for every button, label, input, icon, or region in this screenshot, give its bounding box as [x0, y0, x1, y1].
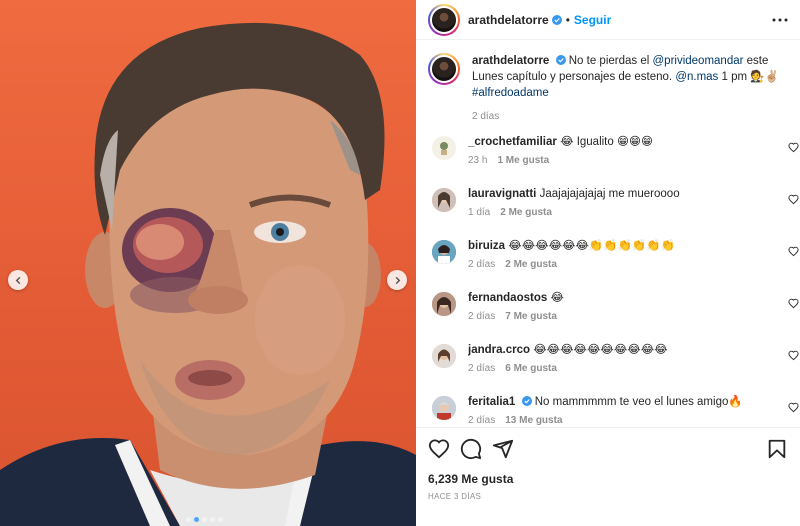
comment-icon[interactable]	[460, 438, 482, 460]
comment-item: lauravignatti Jaajajajajajaj me mueroooo…	[428, 186, 800, 226]
share-icon[interactable]	[492, 438, 514, 460]
commenter-avatar[interactable]	[432, 396, 456, 420]
follow-button[interactable]: Seguir	[574, 13, 611, 27]
commenter-avatar[interactable]	[432, 240, 456, 264]
commenter-username[interactable]: biruiza	[468, 240, 505, 252]
commenter-username[interactable]: fernandaostos	[468, 292, 547, 304]
commenter-avatar[interactable]	[432, 188, 456, 212]
caption-text: 1 pm 🧑‍⚖️✌🏼	[718, 71, 779, 83]
comment-text: No mammmmm te veo el lunes amigo🔥	[534, 396, 743, 408]
post-actions: 6,239 Me gusta HACE 3 DÍAS	[416, 427, 800, 526]
comment-item: feritalia1 No mammmmm te veo el lunes am…	[428, 394, 800, 427]
commenter-username[interactable]: jandra.crco	[468, 344, 530, 356]
separator: •	[565, 12, 570, 27]
slide-dot	[210, 517, 215, 522]
more-options-icon	[772, 18, 788, 22]
commenter-avatar[interactable]	[432, 292, 456, 316]
comment-time: 2 días	[468, 259, 496, 270]
comment-item: jandra.crco 😂😂😂😂😂😂😂😂😂😂 2 días 6 Me gusta	[428, 342, 800, 382]
comment-time: 2 días	[468, 415, 496, 426]
caption-text: No te pierdas el	[568, 55, 653, 67]
comment-likes[interactable]: 2 Me gusta	[500, 207, 552, 218]
like-heart-icon[interactable]	[428, 438, 450, 460]
commenter-avatar[interactable]	[432, 344, 456, 368]
likes-count[interactable]: 6,239 Me gusta	[428, 472, 513, 486]
caption-hashtag-link[interactable]: #alfredoadame	[472, 87, 549, 99]
comment-time: 2 días	[468, 311, 496, 322]
slide-dot	[186, 517, 191, 522]
heart-icon[interactable]	[788, 194, 799, 205]
previous-slide-button[interactable]	[8, 270, 28, 290]
more-options-button[interactable]	[770, 10, 790, 30]
post-caption: arathdelatorre No te pierdas el @privide…	[428, 53, 788, 125]
post-photo	[0, 22, 416, 526]
comment-text: 😂😂😂😂😂😂👏👏👏👏👏👏	[508, 240, 675, 252]
heart-icon[interactable]	[788, 142, 799, 153]
caption-username[interactable]: arathdelatorre	[472, 55, 549, 67]
heart-icon[interactable]	[788, 350, 799, 361]
slide-indicator	[186, 517, 223, 522]
caption-timestamp: 2 días	[472, 111, 500, 122]
comment-likes[interactable]: 13 Me gusta	[505, 415, 562, 426]
slide-dot	[202, 517, 207, 522]
comment-time: 2 días	[468, 363, 496, 374]
heart-icon[interactable]	[788, 402, 799, 413]
post-media[interactable]	[0, 0, 416, 526]
verified-badge-icon	[521, 396, 532, 406]
comment-likes[interactable]: 1 Me gusta	[497, 155, 549, 166]
caption-mention-link[interactable]: @n.mas	[675, 71, 718, 83]
post-timestamp: HACE 3 DÍAS	[428, 492, 482, 501]
caption-avatar[interactable]	[428, 53, 460, 85]
post-sidebar: arathdelatorre • Seguir arathdelatorre N…	[416, 0, 800, 526]
comment-text: 😂	[550, 292, 564, 304]
author-avatar[interactable]	[428, 3, 460, 36]
chevron-left-icon	[15, 276, 20, 284]
verified-badge-icon	[555, 55, 566, 65]
chevron-right-icon	[395, 276, 400, 284]
next-slide-button[interactable]	[387, 270, 407, 290]
comment-text: 😂😂😂😂😂😂😂😂😂😂	[533, 344, 668, 356]
commenter-avatar[interactable]	[432, 136, 456, 160]
comment-item: fernandaostos 😂 2 días 7 Me gusta	[428, 290, 800, 330]
commenter-username[interactable]: lauravignatti	[468, 188, 536, 200]
commenter-username[interactable]: _crochetfamiliar	[468, 136, 557, 148]
commenter-username[interactable]: feritalia1	[468, 396, 515, 408]
slide-dot-active	[194, 517, 199, 522]
verified-badge-icon	[551, 14, 562, 25]
comment-item: biruiza 😂😂😂😂😂😂👏👏👏👏👏👏 2 días 2 Me gusta	[428, 238, 800, 278]
comment-time: 23 h	[468, 155, 488, 166]
comment-time: 1 día	[468, 207, 491, 218]
bookmark-icon[interactable]	[766, 438, 788, 460]
author-username[interactable]: arathdelatorre	[468, 13, 549, 27]
caption-mention-link[interactable]: @privideomandar	[653, 55, 744, 67]
heart-icon[interactable]	[788, 298, 799, 309]
comment-item: _crochetfamiliar 😂 Igualito 😁😁😁 23 h 1 Me…	[428, 134, 800, 174]
comments-list[interactable]: arathdelatorre No te pierdas el @privide…	[416, 41, 800, 427]
comment-likes[interactable]: 2 Me gusta	[505, 259, 557, 270]
comment-likes[interactable]: 7 Me gusta	[505, 311, 557, 322]
heart-icon[interactable]	[788, 246, 799, 257]
comment-text: 😂 Igualito 😁😁😁	[560, 136, 653, 148]
comment-text: Jaajajajajajaj me mueroooo	[539, 188, 680, 200]
comment-likes[interactable]: 6 Me gusta	[505, 363, 557, 374]
post-header: arathdelatorre • Seguir	[416, 0, 800, 40]
slide-dot	[218, 517, 223, 522]
